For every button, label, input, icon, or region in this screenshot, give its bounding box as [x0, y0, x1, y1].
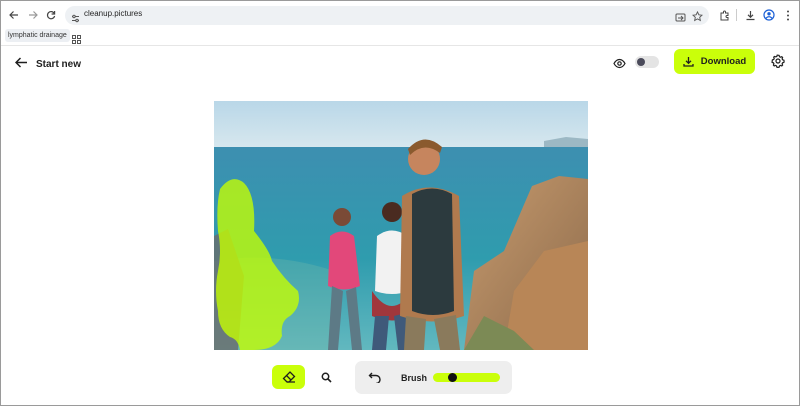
- magnifier-icon: [321, 372, 332, 383]
- toggle-knob: [637, 58, 645, 66]
- brush-label: Brush: [401, 373, 428, 383]
- forward-arrow-icon[interactable]: [25, 7, 41, 23]
- reload-icon[interactable]: [43, 7, 59, 23]
- address-bar[interactable]: cleanup.pictures: [65, 6, 709, 25]
- more-icon[interactable]: [780, 7, 796, 23]
- gear-icon[interactable]: [771, 54, 785, 73]
- bookmarks-bar: lymphatic drainage: [1, 29, 799, 45]
- profile-icon[interactable]: [761, 7, 777, 23]
- download-label: Download: [700, 56, 747, 67]
- eye-icon: [613, 56, 626, 74]
- browser-window: cleanup.pictures lymphatic drainage Star…: [0, 0, 800, 406]
- brush-size-slider[interactable]: [433, 373, 500, 382]
- download-icon: [683, 57, 694, 67]
- undo-icon[interactable]: [368, 370, 382, 388]
- photo: [214, 101, 588, 350]
- eraser-icon: [282, 371, 295, 383]
- download-button[interactable]: Download: [674, 49, 755, 74]
- star-icon[interactable]: [691, 9, 704, 27]
- zoom-tool-button[interactable]: [317, 368, 335, 386]
- bookmark-item[interactable]: lymphatic drainage: [5, 29, 70, 42]
- extensions-icon[interactable]: [716, 7, 732, 23]
- url-text: cleanup.pictures: [84, 9, 143, 18]
- arrow-left-icon: [14, 55, 28, 73]
- toolbar-separator: [736, 9, 737, 21]
- image-canvas[interactable]: [214, 101, 588, 350]
- start-new-button[interactable]: Start new: [14, 55, 82, 73]
- apps-icon[interactable]: [72, 31, 81, 49]
- start-new-label: Start new: [36, 58, 82, 70]
- site-settings-icon[interactable]: [71, 10, 80, 28]
- eraser-tool-button[interactable]: [272, 365, 305, 389]
- download-icon[interactable]: [742, 7, 758, 23]
- cast-icon[interactable]: [675, 10, 686, 28]
- compare-toggle[interactable]: [635, 56, 659, 68]
- brush-panel: Brush: [355, 361, 512, 394]
- chrome-divider: [1, 45, 799, 46]
- back-arrow-icon[interactable]: [6, 7, 22, 23]
- slider-thumb[interactable]: [448, 373, 457, 382]
- browser-toolbar: cleanup.pictures: [1, 1, 799, 29]
